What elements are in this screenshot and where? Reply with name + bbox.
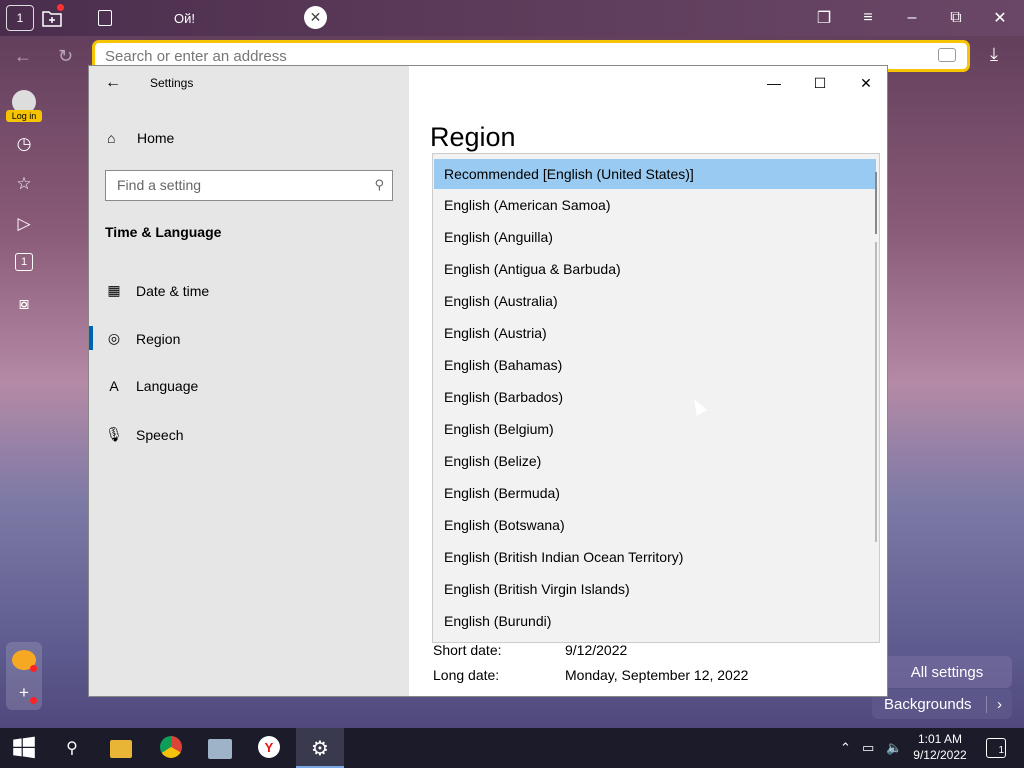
photos-icon[interactable] [208, 739, 232, 759]
address-placeholder: Search or enter an address [105, 48, 287, 65]
restore-browser-button[interactable]: ⧉ [944, 6, 968, 30]
reload-icon[interactable]: ↻ [58, 46, 73, 67]
backgrounds-button[interactable]: Backgrounds › [872, 689, 1012, 719]
sidebar-item-label: Date & time [136, 282, 210, 299]
network-icon[interactable]: ▭ [862, 740, 874, 756]
microphone-icon: 🎙 [105, 426, 123, 442]
minimize-browser-button[interactable]: – [900, 6, 924, 30]
chevron-right-icon[interactable]: › [986, 695, 1012, 713]
yandex-browser-icon[interactable]: Y [258, 736, 280, 758]
counter-icon[interactable]: 1 [15, 253, 33, 271]
chrome-icon[interactable] [160, 736, 182, 758]
region-option[interactable]: English (Bahamas) [433, 349, 879, 381]
tab-close-button[interactable]: ✕ [304, 6, 327, 29]
all-settings-button[interactable]: All settings [874, 656, 1012, 688]
document-icon [98, 10, 112, 26]
sidebar-item-label: Speech [136, 426, 184, 443]
selected-indicator [89, 326, 93, 350]
clock-time: 1:01 AM [917, 732, 963, 746]
region-option[interactable]: English (Belgium) [433, 413, 879, 445]
settings-gear-icon[interactable]: ⚙ [308, 736, 332, 760]
long-date-label: Long date: [433, 667, 500, 683]
region-option[interactable]: English (Austria) [433, 317, 879, 349]
region-option[interactable]: English (British Virgin Islands) [433, 573, 879, 605]
close-browser-button[interactable]: ✕ [988, 6, 1012, 30]
maximize-button[interactable]: ☐ [805, 74, 835, 92]
globe-icon: ◎ [107, 330, 121, 346]
region-dropdown-list[interactable]: Recommended [English (United States)] En… [432, 153, 880, 643]
back-arrow-icon[interactable]: ← [105, 74, 121, 92]
sidebar-item-region[interactable]: ◎ Region [105, 330, 180, 347]
play-icon[interactable]: ▷ [13, 213, 35, 235]
region-option[interactable]: English (Antigua & Barbuda) [433, 253, 879, 285]
volume-icon[interactable]: 🔈 [886, 740, 902, 756]
backgrounds-label: Backgrounds [884, 695, 972, 713]
section-title: Time & Language [105, 224, 222, 240]
region-option-selected[interactable]: Recommended [English (United States)] [434, 159, 876, 189]
back-arrow-icon[interactable]: ← [14, 46, 32, 67]
settings-nav-pane: ← Settings ⌂ Home Find a setting ⚲ Time … [89, 66, 409, 696]
calendar-clock-icon: ▦ [107, 282, 121, 298]
window-title: Settings [150, 76, 194, 90]
tab-title: Ой! [174, 10, 195, 26]
home-label: Home [137, 130, 175, 146]
long-date-value: Monday, September 12, 2022 [565, 667, 749, 683]
menu-icon[interactable]: ≡ [856, 6, 880, 30]
add-notification-dot [30, 697, 37, 704]
sidebar-item-language[interactable]: A Language [105, 378, 198, 394]
download-icon[interactable]: ⤓ [990, 44, 998, 65]
notification-count: 1 [998, 745, 1004, 756]
login-label[interactable]: Log in [6, 110, 42, 122]
sidebar-item-label: Region [136, 330, 181, 347]
sidebar-item-speech[interactable]: 🎙 Speech [105, 426, 183, 443]
windows-start-icon[interactable] [12, 736, 36, 760]
dropdown-scrollbar-track[interactable] [875, 242, 877, 542]
settings-home-link[interactable]: ⌂ Home [107, 130, 174, 146]
minimize-button[interactable]: — [759, 74, 789, 92]
search-placeholder: Find a setting [117, 177, 202, 193]
dropdown-scrollbar-thumb[interactable] [875, 172, 877, 234]
region-option[interactable]: English (Bermuda) [433, 477, 879, 509]
clock-date: 9/12/2022 [913, 748, 967, 762]
screenshot-icon[interactable]: ⧇ [13, 293, 35, 315]
search-icon: ⚲ [374, 177, 384, 192]
camera-search-icon[interactable] [938, 48, 956, 62]
close-button[interactable]: ✕ [851, 74, 881, 92]
region-option[interactable]: English (Botswana) [433, 509, 879, 541]
long-date-row: Long date: Monday, September 12, 2022 [433, 667, 748, 683]
notification-icon[interactable]: 1 [986, 738, 1006, 758]
mail-notification-dot [30, 665, 37, 672]
region-option[interactable]: English (Burundi) [433, 605, 879, 637]
short-date-row: Short date: 9/12/2022 [433, 642, 627, 658]
language-icon: A [109, 378, 119, 394]
region-option[interactable]: English (British Indian Ocean Territory) [433, 541, 879, 573]
home-tab-number: 1 [16, 11, 24, 25]
home-icon: ⌂ [107, 130, 116, 146]
page-title: Region [430, 122, 516, 152]
counter-value: 1 [20, 256, 28, 268]
region-option[interactable]: English (Anguilla) [433, 221, 879, 253]
short-date-label: Short date: [433, 642, 502, 658]
search-input[interactable]: Find a setting ⚲ [105, 170, 393, 201]
browser-tab[interactable]: Ой! [84, 2, 288, 34]
search-icon[interactable]: ⚲ [60, 736, 84, 760]
all-settings-label: All settings [910, 663, 984, 681]
region-option[interactable]: English (American Samoa) [433, 189, 879, 221]
history-icon[interactable]: ◷ [13, 133, 35, 155]
bookmarks-icon[interactable]: ❐ [812, 6, 836, 30]
new-tab-notification-dot [57, 4, 64, 11]
file-explorer-icon[interactable] [110, 740, 132, 758]
star-icon[interactable]: ☆ [13, 173, 35, 195]
sidebar-item-date-time[interactable]: ▦ Date & time [105, 282, 209, 299]
region-option[interactable]: English (Australia) [433, 285, 879, 317]
chevron-up-icon[interactable]: ⌃ [840, 740, 851, 756]
region-option[interactable]: English (Barbados) [433, 381, 879, 413]
sidebar-item-label: Language [136, 378, 199, 394]
region-option[interactable]: English (Belize) [433, 445, 879, 477]
short-date-value: 9/12/2022 [565, 642, 628, 658]
home-tab-button[interactable]: 1 [6, 5, 34, 31]
clock[interactable]: 1:01 AM 9/12/2022 [905, 731, 975, 763]
